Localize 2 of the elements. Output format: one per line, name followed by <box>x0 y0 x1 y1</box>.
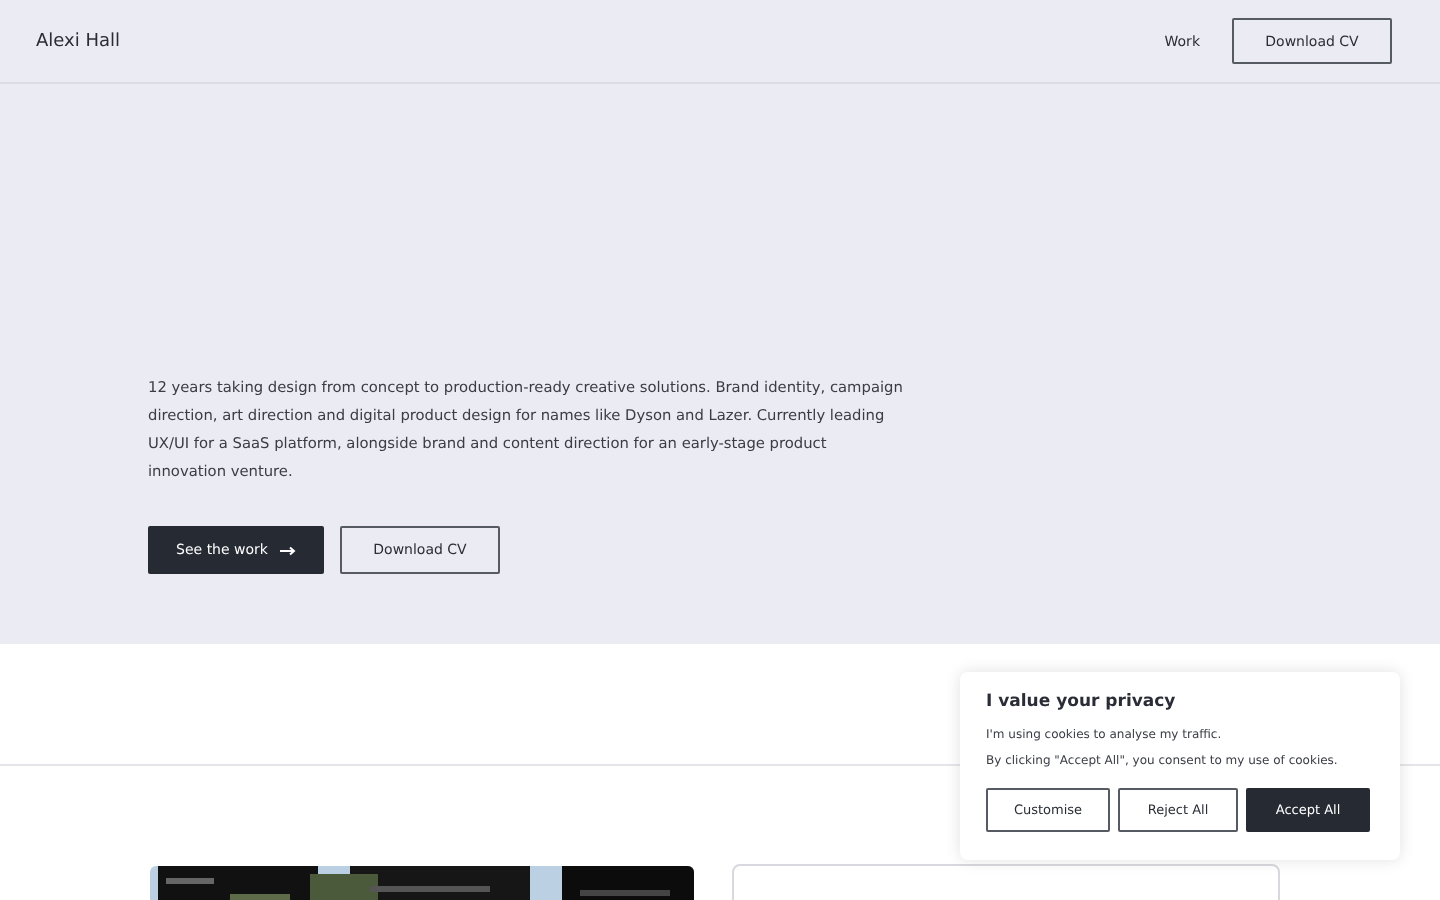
site-name[interactable]: Alexi Hall <box>36 31 121 51</box>
cookie-title: I value your privacy <box>986 692 1178 712</box>
